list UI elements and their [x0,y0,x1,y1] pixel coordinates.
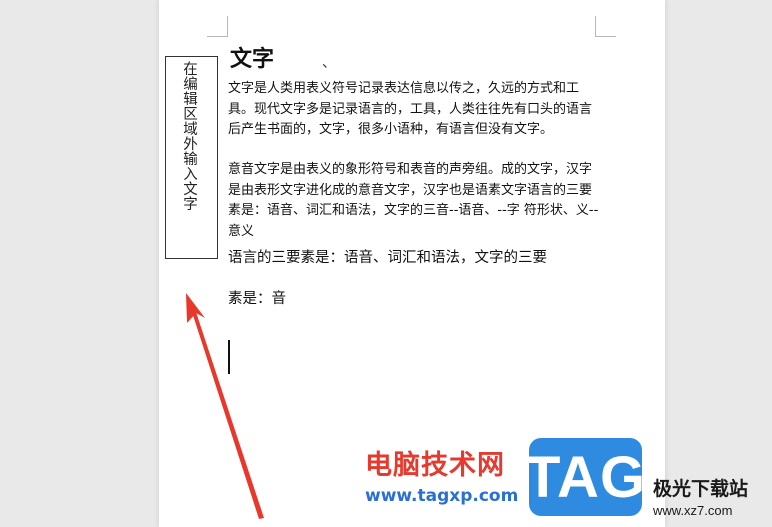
watermark-right: 极光下载站 www.xz7.com [653,474,748,518]
site-name: 极光下载站 [653,478,749,500]
watermark-left: 电脑技术网 www.tagxp.com [365,443,518,506]
tag-logo-text: TAG [524,444,647,510]
watermark-title: 电脑技术网 [365,450,505,481]
watermark-url: www.tagxp.com [365,486,519,506]
tag-logo-badge: TAG [525,438,645,516]
arrow-shaft [190,306,264,519]
site-url: www.xz7.com [653,503,733,518]
